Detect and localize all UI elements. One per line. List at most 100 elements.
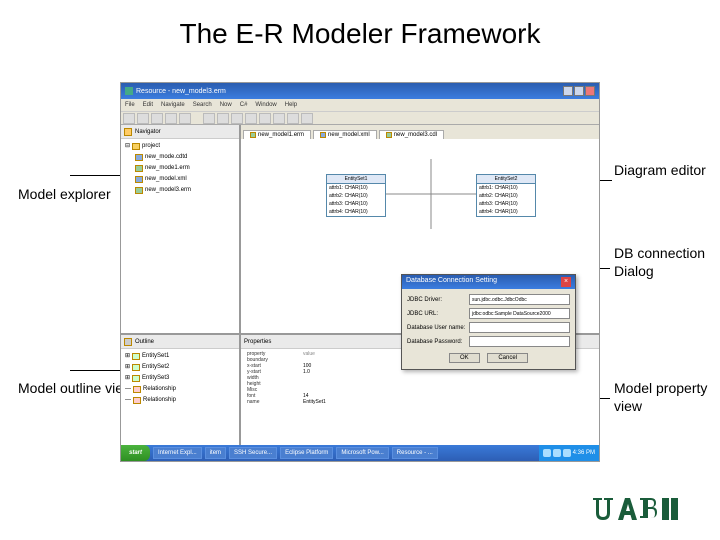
toolbar-button[interactable] bbox=[259, 113, 271, 124]
taskbar-task[interactable]: Resource - ... bbox=[392, 447, 438, 459]
relationship-icon bbox=[133, 386, 141, 393]
maximize-button[interactable] bbox=[574, 86, 584, 96]
outline-tab[interactable]: Outline bbox=[121, 335, 239, 349]
outline-item[interactable]: Relationship bbox=[143, 384, 176, 395]
annot-db-dialog: DB connection Dialog bbox=[614, 245, 720, 280]
navigator-panel: Navigator ⊟project new_mode.cdtd new_mod… bbox=[121, 125, 239, 335]
prop-key: name bbox=[243, 399, 303, 405]
toolbar-button[interactable] bbox=[287, 113, 299, 124]
toolbar-button[interactable] bbox=[273, 113, 285, 124]
taskbar-task[interactable]: Internet Expl... bbox=[153, 447, 202, 459]
uab-logo bbox=[590, 495, 680, 525]
file-icon bbox=[135, 187, 143, 194]
entity-attr: attrb3: CHAR(10) bbox=[327, 200, 385, 208]
toolbar-button[interactable] bbox=[151, 113, 163, 124]
menu-navigate[interactable]: Navigate bbox=[161, 102, 185, 108]
outline-tab-label: Outline bbox=[135, 339, 154, 345]
tree-item[interactable]: new_model.xml bbox=[145, 174, 187, 185]
menu-search[interactable]: Search bbox=[193, 102, 212, 108]
menu-help[interactable]: Help bbox=[285, 102, 297, 108]
eclipse-window: Resource - new_model3.erm File Edit Navi… bbox=[120, 82, 600, 462]
diagram-canvas[interactable]: EntitySet1 attrb1: CHAR(10) attrb2: CHAR… bbox=[241, 139, 599, 335]
outline-item[interactable]: EntitySet3 bbox=[142, 373, 169, 384]
entity-icon bbox=[132, 375, 140, 382]
password-input[interactable] bbox=[469, 336, 570, 347]
minimize-button[interactable] bbox=[563, 86, 573, 96]
file-icon bbox=[250, 132, 256, 138]
file-icon bbox=[386, 132, 392, 138]
start-button[interactable]: start bbox=[121, 445, 150, 461]
editor-tab[interactable]: new_model.xml bbox=[313, 130, 377, 139]
relationship-icon bbox=[133, 397, 141, 404]
toolbar-button[interactable] bbox=[217, 113, 229, 124]
entity-attr: attrb4: CHAR(10) bbox=[327, 208, 385, 216]
outline-icon bbox=[124, 338, 132, 346]
tray-icon[interactable] bbox=[553, 449, 561, 457]
annot-diagram-editor: Diagram editor bbox=[614, 162, 706, 180]
system-tray: 4:36 PM bbox=[539, 445, 599, 461]
window-titlebar: Resource - new_model3.erm bbox=[121, 83, 599, 99]
window-title: Resource - new_model3.erm bbox=[136, 88, 226, 95]
toolbar-button[interactable] bbox=[203, 113, 215, 124]
entity-attr: attrb2: CHAR(10) bbox=[477, 192, 535, 200]
navigator-tab-label: Navigator bbox=[135, 129, 161, 135]
menu-window[interactable]: Window bbox=[255, 102, 276, 108]
tree-item[interactable]: new_mode.cdtd bbox=[145, 152, 187, 163]
taskbar-task[interactable]: Eclipse Platform bbox=[280, 447, 333, 459]
toolbar-button[interactable] bbox=[137, 113, 149, 124]
tree-item[interactable]: new_model3.erm bbox=[145, 185, 191, 196]
cancel-button[interactable]: Cancel bbox=[487, 353, 528, 363]
file-icon bbox=[320, 132, 326, 138]
menu-file[interactable]: File bbox=[125, 102, 135, 108]
user-label: Database User name: bbox=[407, 325, 469, 331]
menu-now[interactable]: Now bbox=[220, 102, 232, 108]
toolbar-button[interactable] bbox=[123, 113, 135, 124]
taskbar-task[interactable]: SSH Secure... bbox=[229, 447, 277, 459]
menu-edit[interactable]: Edit bbox=[143, 102, 153, 108]
taskbar: start Internet Expl... item SSH Secure..… bbox=[121, 445, 599, 461]
taskbar-task[interactable]: item bbox=[205, 447, 226, 459]
outline-panel: Outline ⊞EntitySet1 ⊞EntitySet2 ⊞EntityS… bbox=[121, 335, 239, 445]
folder-icon bbox=[124, 128, 132, 136]
taskbar-task[interactable]: Microsoft Pow... bbox=[336, 447, 388, 459]
entity-attr: attrb1: CHAR(10) bbox=[327, 184, 385, 192]
menu-csharp[interactable]: C# bbox=[240, 102, 248, 108]
app-icon bbox=[125, 87, 133, 95]
entity-attr: attrb2: CHAR(10) bbox=[327, 192, 385, 200]
folder-icon bbox=[132, 143, 140, 150]
entity-icon bbox=[132, 364, 140, 371]
toolbar-button[interactable] bbox=[231, 113, 243, 124]
toolbar-button[interactable] bbox=[179, 113, 191, 124]
entity-attr: attrb4: CHAR(10) bbox=[477, 208, 535, 216]
entity-box[interactable]: EntitySet2 attrb1: CHAR(10) attrb2: CHAR… bbox=[476, 174, 536, 217]
clock: 4:36 PM bbox=[573, 450, 595, 456]
prop-val[interactable]: EntitySet1 bbox=[303, 399, 597, 405]
toolbar-button[interactable] bbox=[301, 113, 313, 124]
annot-property: Model property view bbox=[614, 380, 720, 415]
user-input[interactable] bbox=[469, 322, 570, 333]
entity-title: EntitySet1 bbox=[327, 175, 385, 184]
file-icon bbox=[135, 154, 143, 161]
entity-box[interactable]: EntitySet1 attrb1: CHAR(10) attrb2: CHAR… bbox=[326, 174, 386, 217]
entity-attr: attrb3: CHAR(10) bbox=[477, 200, 535, 208]
toolbar-button[interactable] bbox=[165, 113, 177, 124]
toolbar-button[interactable] bbox=[245, 113, 257, 124]
outline-item[interactable]: Relationship bbox=[143, 395, 176, 406]
url-input[interactable]: jdbc:odbc:Sample DataSource2000 bbox=[469, 308, 570, 319]
navigator-tab[interactable]: Navigator bbox=[121, 125, 239, 139]
entity-attr: attrb1: CHAR(10) bbox=[477, 184, 535, 192]
editor-tab[interactable]: new_model1.erm bbox=[243, 130, 311, 139]
menubar: File Edit Navigate Search Now C# Window … bbox=[121, 99, 599, 111]
dialog-close-button[interactable]: × bbox=[561, 277, 571, 287]
entity-icon bbox=[132, 353, 140, 360]
tree-root[interactable]: project bbox=[142, 141, 160, 152]
ok-button[interactable]: OK bbox=[449, 353, 480, 363]
close-button[interactable] bbox=[585, 86, 595, 96]
tree-item[interactable]: new_mode1.erm bbox=[145, 163, 190, 174]
outline-item[interactable]: EntitySet1 bbox=[142, 351, 169, 362]
tray-icon[interactable] bbox=[563, 449, 571, 457]
editor-tab[interactable]: new_model3.cdl bbox=[379, 130, 444, 139]
outline-item[interactable]: EntitySet2 bbox=[142, 362, 169, 373]
tray-icon[interactable] bbox=[543, 449, 551, 457]
driver-input[interactable]: sun.jdbc.odbc.JdbcOdbc bbox=[469, 294, 570, 305]
